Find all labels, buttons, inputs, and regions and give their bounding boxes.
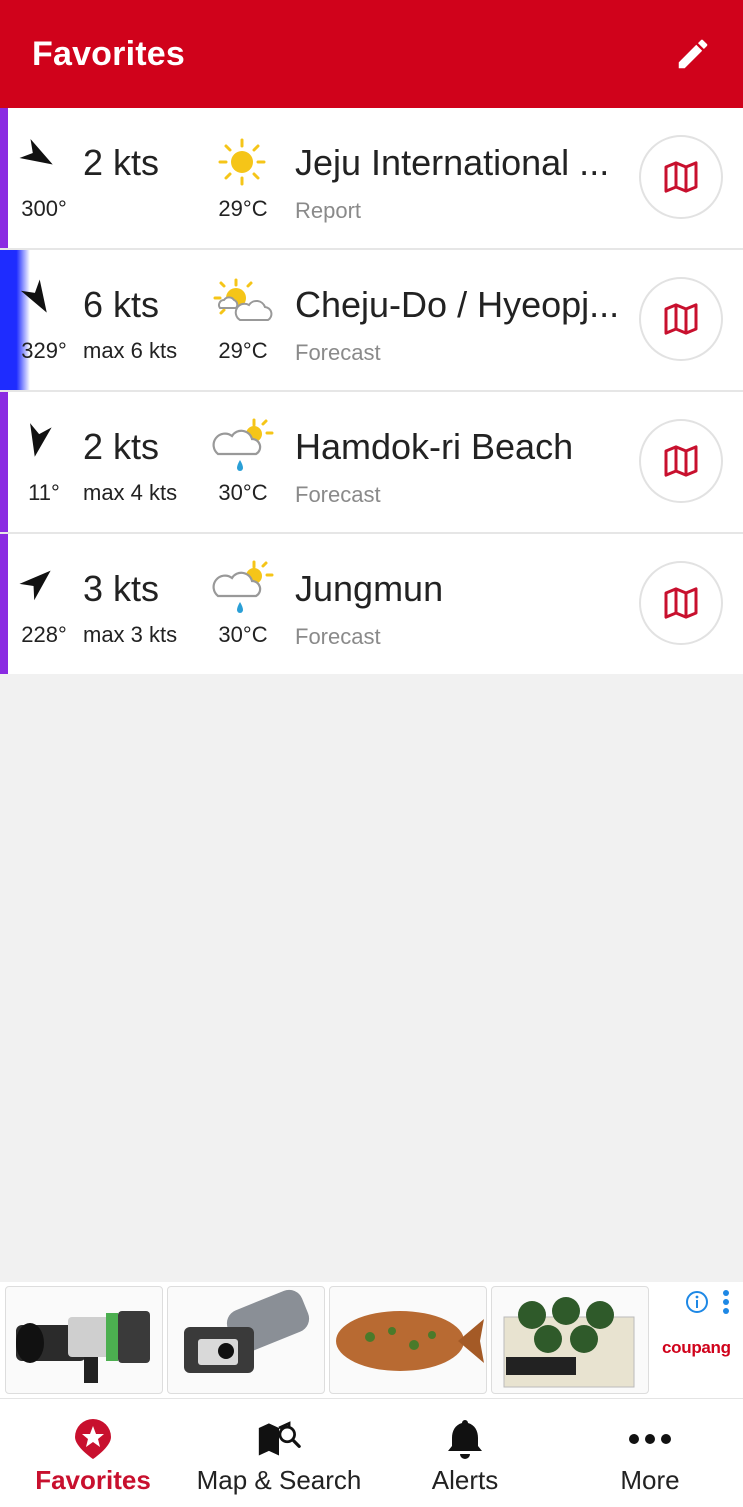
map-icon — [664, 445, 698, 477]
open-map-button[interactable] — [639, 561, 723, 645]
ad-product-plant-balls[interactable] — [491, 1286, 649, 1394]
tab-label: Favorites — [35, 1465, 151, 1495]
wind-speed: 6 kts — [83, 284, 160, 325]
spot-name: Hamdok-ri Beach — [295, 426, 574, 467]
wind-color-stripe — [0, 250, 30, 390]
open-map-button[interactable] — [639, 277, 723, 361]
favorite-row[interactable]: 228° 3 kts max 3 kts 30°C Jungmun Foreca… — [0, 534, 743, 674]
data-kind: Forecast — [295, 624, 381, 649]
wind-direction-icon — [16, 560, 60, 604]
app-header: Favorites — [0, 0, 743, 108]
open-map-button[interactable] — [639, 419, 723, 503]
info-icon[interactable] — [685, 1290, 709, 1314]
pencil-icon — [678, 39, 708, 69]
data-kind: Forecast — [295, 482, 381, 507]
wind-direction-icon — [16, 418, 60, 462]
vertical-dots-icon[interactable] — [720, 1288, 732, 1316]
temperature: 30°C — [218, 622, 268, 647]
cloud-sun-rain-icon — [212, 418, 274, 474]
tab-alerts[interactable]: Alerts — [372, 1399, 558, 1507]
tab-label: Alerts — [431, 1465, 499, 1495]
tab-map-search[interactable]: Map & Search — [186, 1399, 372, 1507]
tab-label: More — [620, 1465, 680, 1495]
cloud-sun-rain-icon — [212, 560, 274, 616]
star-pin-icon — [71, 1417, 115, 1461]
more-dots-icon — [628, 1417, 672, 1461]
temperature: 30°C — [218, 480, 268, 505]
wind-speed: 3 kts — [83, 568, 160, 609]
wind-speed: 2 kts — [83, 142, 160, 183]
ad-product-grilled-fish[interactable] — [329, 1286, 487, 1394]
favorite-row[interactable]: 11° 2 kts max 4 kts 30°C Hamdok-ri Beach… — [0, 392, 743, 534]
open-map-button[interactable] — [639, 135, 723, 219]
wind-max-speed: max 4 kts — [83, 480, 178, 505]
data-kind: Forecast — [295, 340, 381, 365]
wind-max-speed: max 6 kts — [83, 338, 178, 363]
wind-color-stripe — [0, 534, 8, 674]
page-title: Favorites — [32, 34, 185, 73]
spot-name: Cheju-Do / Hyeopj... — [295, 284, 620, 325]
favorite-row[interactable]: 329° 6 kts max 6 kts 29°C Cheju-Do / Hye… — [0, 250, 743, 392]
map-icon — [664, 303, 698, 335]
wind-color-stripe — [0, 392, 8, 532]
wind-direction-icon — [16, 134, 60, 178]
map-icon — [664, 161, 698, 193]
sunny-icon — [212, 134, 274, 190]
spot-name: Jungmun — [295, 568, 444, 609]
ad-product-telescope[interactable] — [5, 1286, 163, 1394]
tab-label: Map & Search — [196, 1465, 362, 1495]
ad-brand-logo[interactable]: coupang — [662, 1338, 731, 1358]
wind-direction-degrees: 300° — [21, 196, 67, 221]
edit-button[interactable] — [671, 32, 715, 76]
temperature: 29°C — [218, 338, 268, 363]
wind-speed: 2 kts — [83, 426, 160, 467]
sun-cloud-icon — [212, 276, 274, 332]
wind-color-stripe — [0, 108, 8, 248]
spot-name: Jeju International ... — [295, 142, 610, 183]
wind-max-speed: max 3 kts — [83, 622, 178, 647]
favorites-list: 300° 2 kts 29°C Jeju International ... R… — [0, 108, 743, 674]
data-kind: Report — [295, 198, 362, 223]
favorite-row[interactable]: 300° 2 kts 29°C Jeju International ... R… — [0, 108, 743, 250]
tab-favorites[interactable]: Favorites — [0, 1399, 186, 1507]
wind-direction-degrees: 228° — [21, 622, 67, 647]
bell-icon — [443, 1417, 487, 1461]
wind-direction-icon — [16, 276, 60, 320]
wind-direction-degrees: 329° — [21, 338, 67, 363]
ad-product-microscope[interactable] — [167, 1286, 325, 1394]
map-icon — [664, 587, 698, 619]
wind-direction-degrees: 11° — [28, 480, 60, 505]
tab-more[interactable]: More — [557, 1399, 743, 1507]
bottom-tab-bar: Favorites Map & Search Alerts More — [0, 1398, 743, 1507]
temperature: 29°C — [218, 196, 268, 221]
ad-banner: coupang — [0, 1282, 743, 1398]
map-search-icon — [257, 1417, 301, 1461]
